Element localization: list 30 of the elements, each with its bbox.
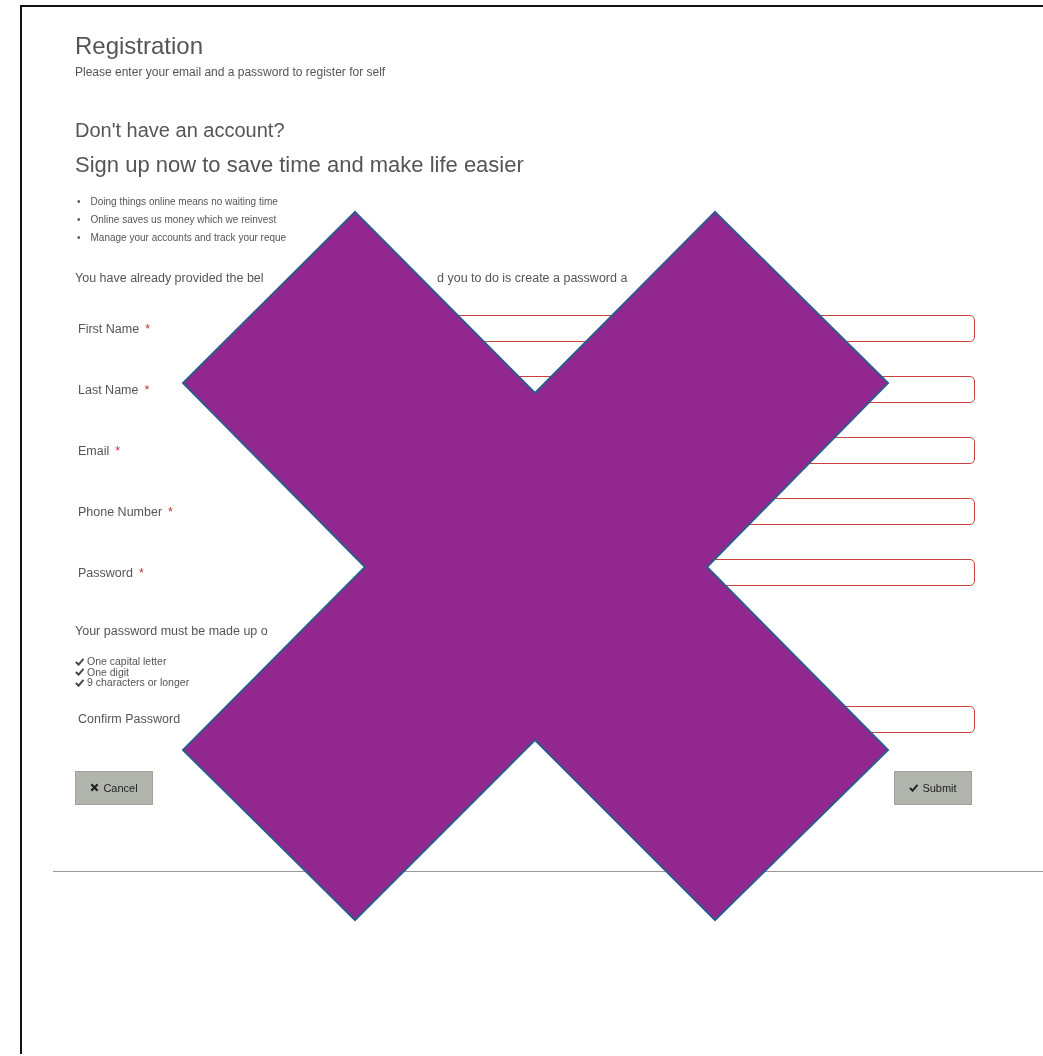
bullet: • — [77, 231, 81, 245]
section-heading: Sign up now to save time and make life easier — [75, 151, 525, 179]
required-mark: * — [138, 565, 144, 580]
field-label: Email — [78, 443, 110, 458]
field-label: Last Name — [78, 382, 139, 397]
notice-text: d you to do is create a password a — [437, 271, 628, 285]
field-label: Confirm Password — [78, 712, 181, 726]
benefit-item: Online saves us money which we reinvest — [90, 213, 277, 227]
required-mark: * — [168, 504, 173, 519]
submit-button[interactable]: Submit — [894, 770, 972, 805]
checkmark-icon — [909, 783, 919, 792]
close-icon — [90, 783, 100, 792]
bullet: • — [77, 213, 81, 227]
subtitle: Please enter your email and a password to register for self — [75, 65, 387, 79]
required-mark: * — [144, 382, 150, 397]
bullet: • — [77, 195, 81, 209]
required-mark: * — [115, 443, 121, 458]
field-label: First Name — [78, 321, 140, 336]
required-mark: * — [145, 321, 150, 336]
benefit-item: Manage your accounts and track your reque — [90, 231, 287, 245]
benefit-item: Doing things online means no waiting time — [90, 195, 278, 209]
password-rule: One capital letter — [87, 656, 167, 667]
section-heading: Don't have an account? — [75, 118, 286, 143]
page-title: Registration — [75, 31, 205, 61]
notice-text: You have already provided the bel — [75, 271, 265, 285]
password-rule: 9 characters or longer — [87, 677, 190, 688]
cancel-button[interactable]: Cancel — [75, 770, 153, 805]
field-label: Phone Number — [78, 504, 163, 519]
password-rules-intro: Your password must be made up o — [75, 624, 269, 638]
field-label: Password — [78, 565, 133, 580]
